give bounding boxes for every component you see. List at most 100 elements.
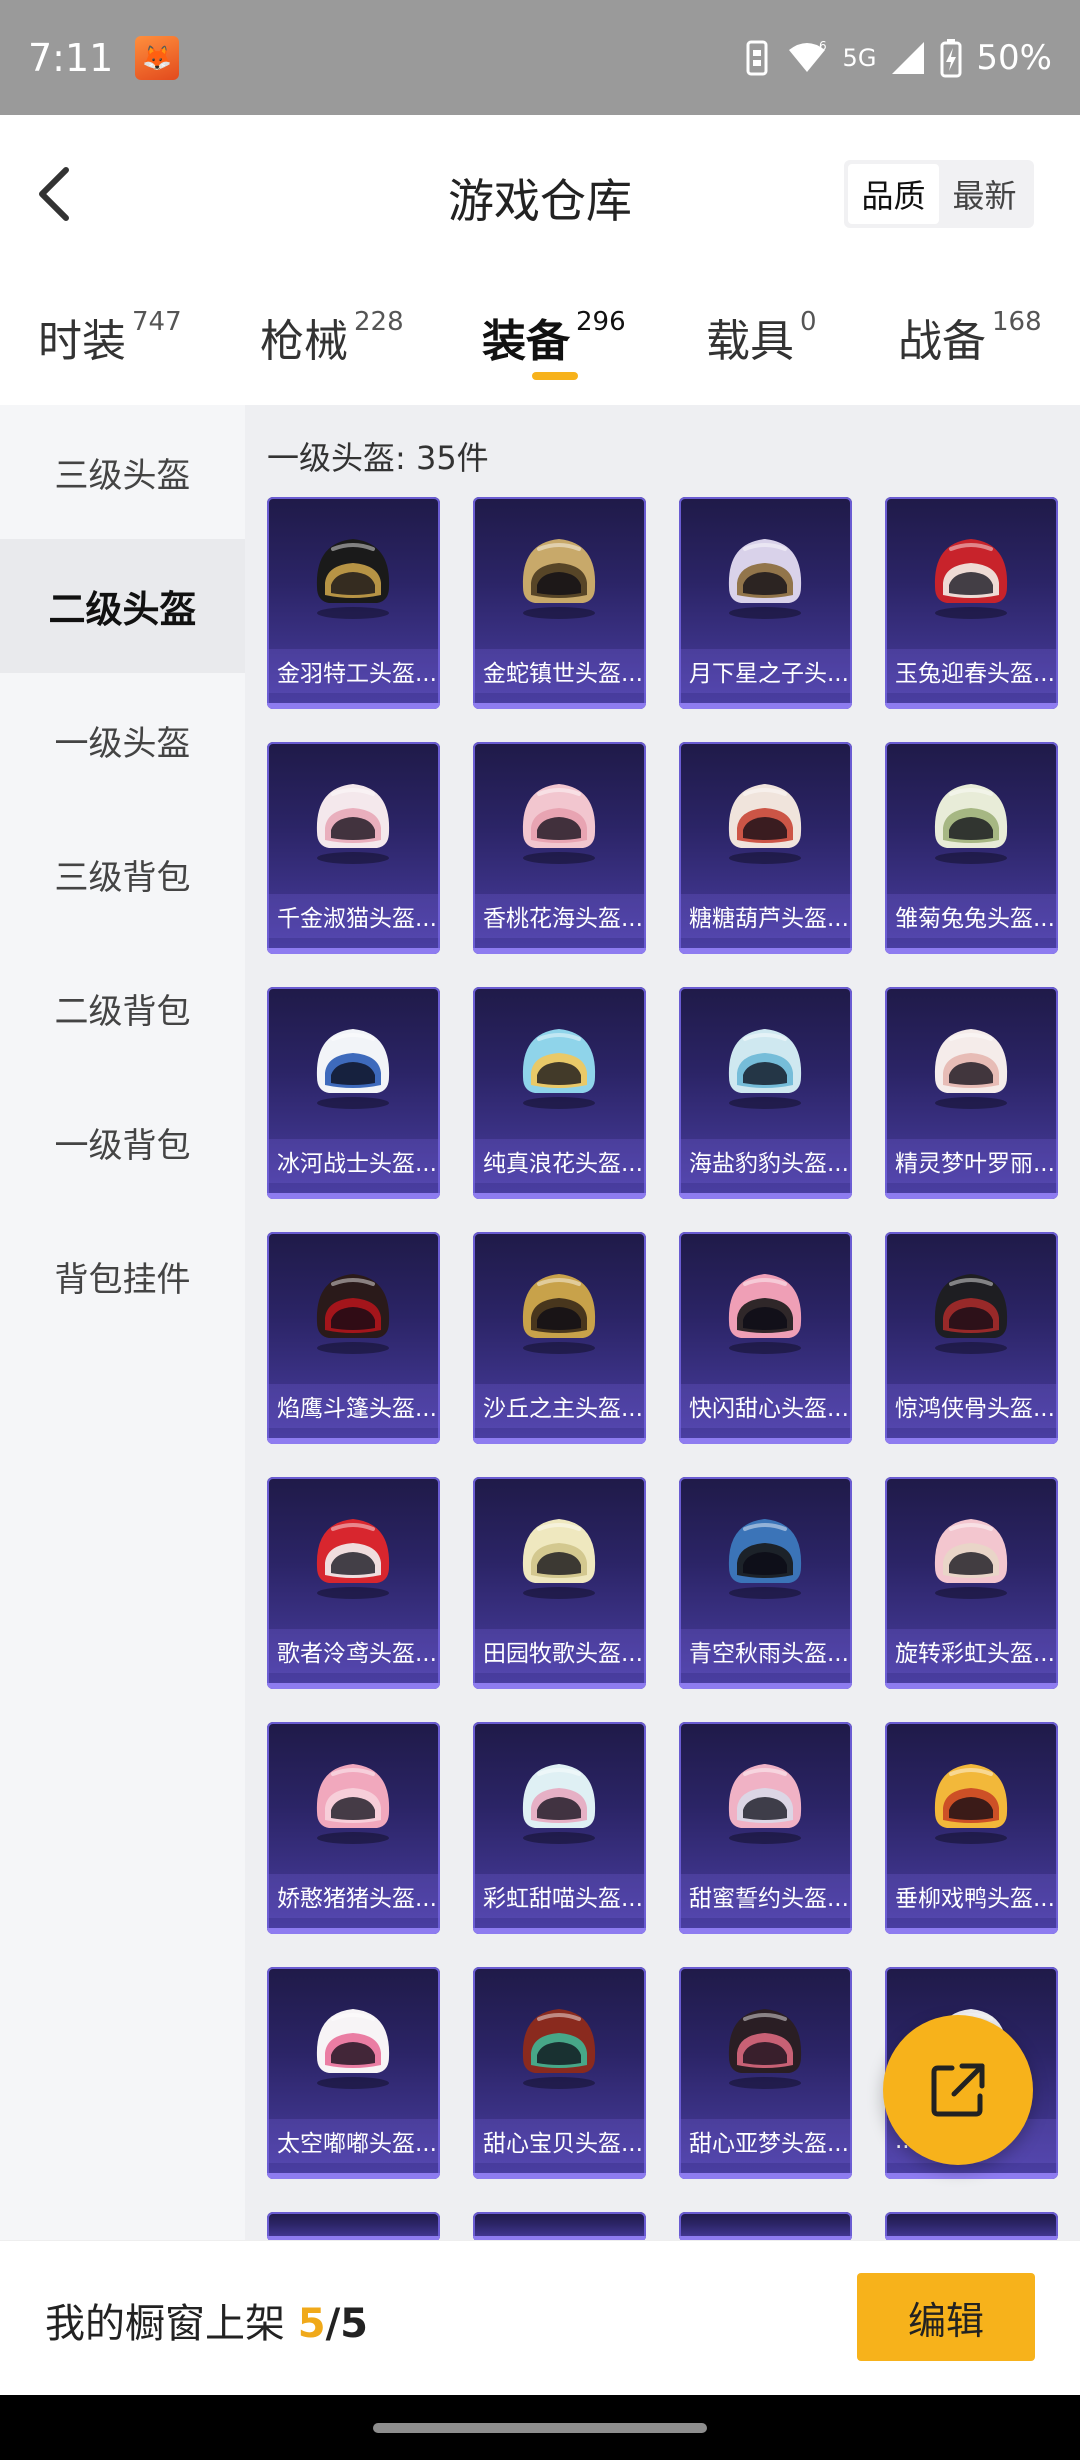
item-name: 娇憨猪猪头盔... — [267, 1874, 440, 1918]
sidebar-item-backpack-pendant[interactable]: 背包挂件 — [0, 1209, 245, 1343]
sidebar-item-level2-backpack[interactable]: 二级背包 — [0, 941, 245, 1075]
tab-equipment[interactable]: 装备 296 — [482, 305, 626, 369]
item-card[interactable]: 田园牧歌头盔... — [473, 1477, 646, 1689]
item-card[interactable]: 冰河战士头盔... — [267, 987, 440, 1199]
share-button[interactable] — [883, 2015, 1033, 2165]
share-icon — [931, 2063, 985, 2117]
item-card[interactable]: 焰鹰斗篷头盔... — [267, 1232, 440, 1444]
item-card[interactable]: 青空秋雨头盔... — [679, 1477, 852, 1689]
item-card[interactable]: 沙丘之主头盔... — [473, 1232, 646, 1444]
tab-label: 枪械 — [260, 316, 348, 367]
item-card[interactable]: 千金淑猫头盔... — [267, 742, 440, 954]
item-name: 歌者泠鸢头盔... — [267, 1629, 440, 1673]
item-card[interactable]: 金蛇镇世头盔... — [473, 497, 646, 709]
helmet-icon — [316, 1274, 390, 1354]
item-card[interactable] — [679, 2212, 852, 2240]
helmet-icon — [934, 1274, 1008, 1354]
tab-label: 时装 — [38, 316, 126, 367]
item-card[interactable]: 彩虹甜喵头盔... — [473, 1722, 646, 1934]
tab-combat-gear[interactable]: 战备 168 — [898, 305, 1042, 369]
item-name: 金羽特工头盔... — [267, 649, 440, 693]
helmet-icon — [728, 539, 802, 619]
helmet-icon — [316, 1029, 390, 1109]
item-name: 冰河战士头盔... — [267, 1139, 440, 1183]
sidebar-item-level3-helmet[interactable]: 三级头盔 — [0, 405, 245, 539]
helmet-icon — [522, 1274, 596, 1354]
item-card[interactable]: 雏菊兔兔头盔... — [885, 742, 1058, 954]
item-name: 海盐豹豹头盔... — [679, 1139, 852, 1183]
item-card[interactable]: 精灵梦叶罗丽... — [885, 987, 1058, 1199]
item-name: 甜蜜誓约头盔... — [679, 1874, 852, 1918]
item-card[interactable]: 甜心宝贝头盔... — [473, 1967, 646, 2179]
category-tabs: 时装 747 枪械 228 装备 296 载具 0 战备 168 — [0, 275, 1080, 405]
showcase-status: 我的橱窗上架 5/5 — [45, 2291, 368, 2349]
helmet-icon — [522, 1519, 596, 1599]
helmet-icon — [522, 1029, 596, 1109]
sidebar-item-level1-helmet[interactable]: 一级头盔 — [0, 673, 245, 807]
wifi-icon: 6 — [785, 38, 829, 78]
status-bar: 7:11 🦊 6 5G 50% — [0, 0, 1080, 115]
helmet-icon — [316, 1519, 390, 1599]
item-name: 甜心宝贝头盔... — [473, 2119, 646, 2163]
edit-button[interactable]: 编辑 — [857, 2273, 1035, 2361]
tab-vehicles[interactable]: 载具 0 — [706, 305, 817, 369]
item-card[interactable] — [473, 2212, 646, 2240]
helmet-icon — [316, 784, 390, 864]
signal-icon — [890, 40, 926, 76]
item-card[interactable]: 惊鸿侠骨头盔... — [885, 1232, 1058, 1444]
tab-firearms[interactable]: 枪械 228 — [260, 305, 404, 369]
item-name: 旋转彩虹头盔... — [885, 1629, 1058, 1673]
tab-count: 296 — [576, 307, 626, 337]
item-card[interactable]: 甜蜜誓约头盔... — [679, 1722, 852, 1934]
sort-by-quality[interactable]: 品质 — [848, 164, 939, 224]
item-name: 纯真浪花头盔... — [473, 1139, 646, 1183]
item-name: 沙丘之主头盔... — [473, 1384, 646, 1428]
tab-label: 载具 — [706, 316, 794, 367]
item-name: 月下星之子头... — [679, 649, 852, 693]
item-card[interactable] — [885, 2212, 1058, 2240]
helmet-icon — [522, 1764, 596, 1844]
item-name: 青空秋雨头盔... — [679, 1629, 852, 1673]
sidebar-item-level2-helmet[interactable]: 二级头盔 — [0, 539, 245, 673]
item-name: 糖糖葫芦头盔... — [679, 894, 852, 938]
helmet-icon — [728, 1764, 802, 1844]
item-name: 焰鹰斗篷头盔... — [267, 1384, 440, 1428]
item-grid-panel: 一级头盔: 35件 金羽特工头盔... 金蛇镇世头盔... 月下星之子头... 玉兔迎… — [245, 405, 1080, 2240]
item-card[interactable]: 纯真浪花头盔... — [473, 987, 646, 1199]
item-card[interactable]: 太空嘟嘟头盔... — [267, 1967, 440, 2179]
helmet-icon — [934, 539, 1008, 619]
item-name: 精灵梦叶罗丽... — [885, 1139, 1058, 1183]
sidebar-item-level1-backpack[interactable]: 一级背包 — [0, 1075, 245, 1209]
item-card[interactable]: 甜心亚梦头盔... — [679, 1967, 852, 2179]
battery-percent: 50% — [976, 37, 1052, 78]
tab-fashion[interactable]: 时装 747 — [38, 305, 182, 369]
item-name: 快闪甜心头盔... — [679, 1384, 852, 1428]
item-name: 太空嘟嘟头盔... — [267, 2119, 440, 2163]
item-card[interactable]: 海盐豹豹头盔... — [679, 987, 852, 1199]
sort-by-newest[interactable]: 最新 — [939, 164, 1030, 224]
vibrate-icon — [743, 38, 771, 78]
showcase-separator: / — [325, 2301, 341, 2347]
home-gesture-handle[interactable] — [373, 2423, 707, 2433]
status-time: 7:11 — [28, 35, 114, 80]
helmet-icon — [934, 1519, 1008, 1599]
item-card[interactable]: 月下星之子头... — [679, 497, 852, 709]
tab-label: 装备 — [482, 316, 570, 367]
helmet-icon — [728, 1029, 802, 1109]
item-card[interactable]: 娇憨猪猪头盔... — [267, 1722, 440, 1934]
item-card[interactable]: 糖糖葫芦头盔... — [679, 742, 852, 954]
item-card[interactable]: 玉兔迎春头盔... — [885, 497, 1058, 709]
item-card[interactable]: 快闪甜心头盔... — [679, 1232, 852, 1444]
item-card[interactable]: 香桃花海头盔... — [473, 742, 646, 954]
item-card[interactable] — [267, 2212, 440, 2240]
item-card[interactable]: 旋转彩虹头盔... — [885, 1477, 1058, 1689]
item-name: 玉兔迎春头盔... — [885, 649, 1058, 693]
item-card[interactable]: 金羽特工头盔... — [267, 497, 440, 709]
tab-count: 168 — [992, 307, 1042, 337]
sidebar-item-level3-backpack[interactable]: 三级背包 — [0, 807, 245, 941]
helmet-icon — [934, 1764, 1008, 1844]
network-label: 5G — [842, 43, 877, 72]
item-card[interactable]: 歌者泠鸢头盔... — [267, 1477, 440, 1689]
helmet-icon — [522, 784, 596, 864]
item-card[interactable]: 垂柳戏鸭头盔... — [885, 1722, 1058, 1934]
